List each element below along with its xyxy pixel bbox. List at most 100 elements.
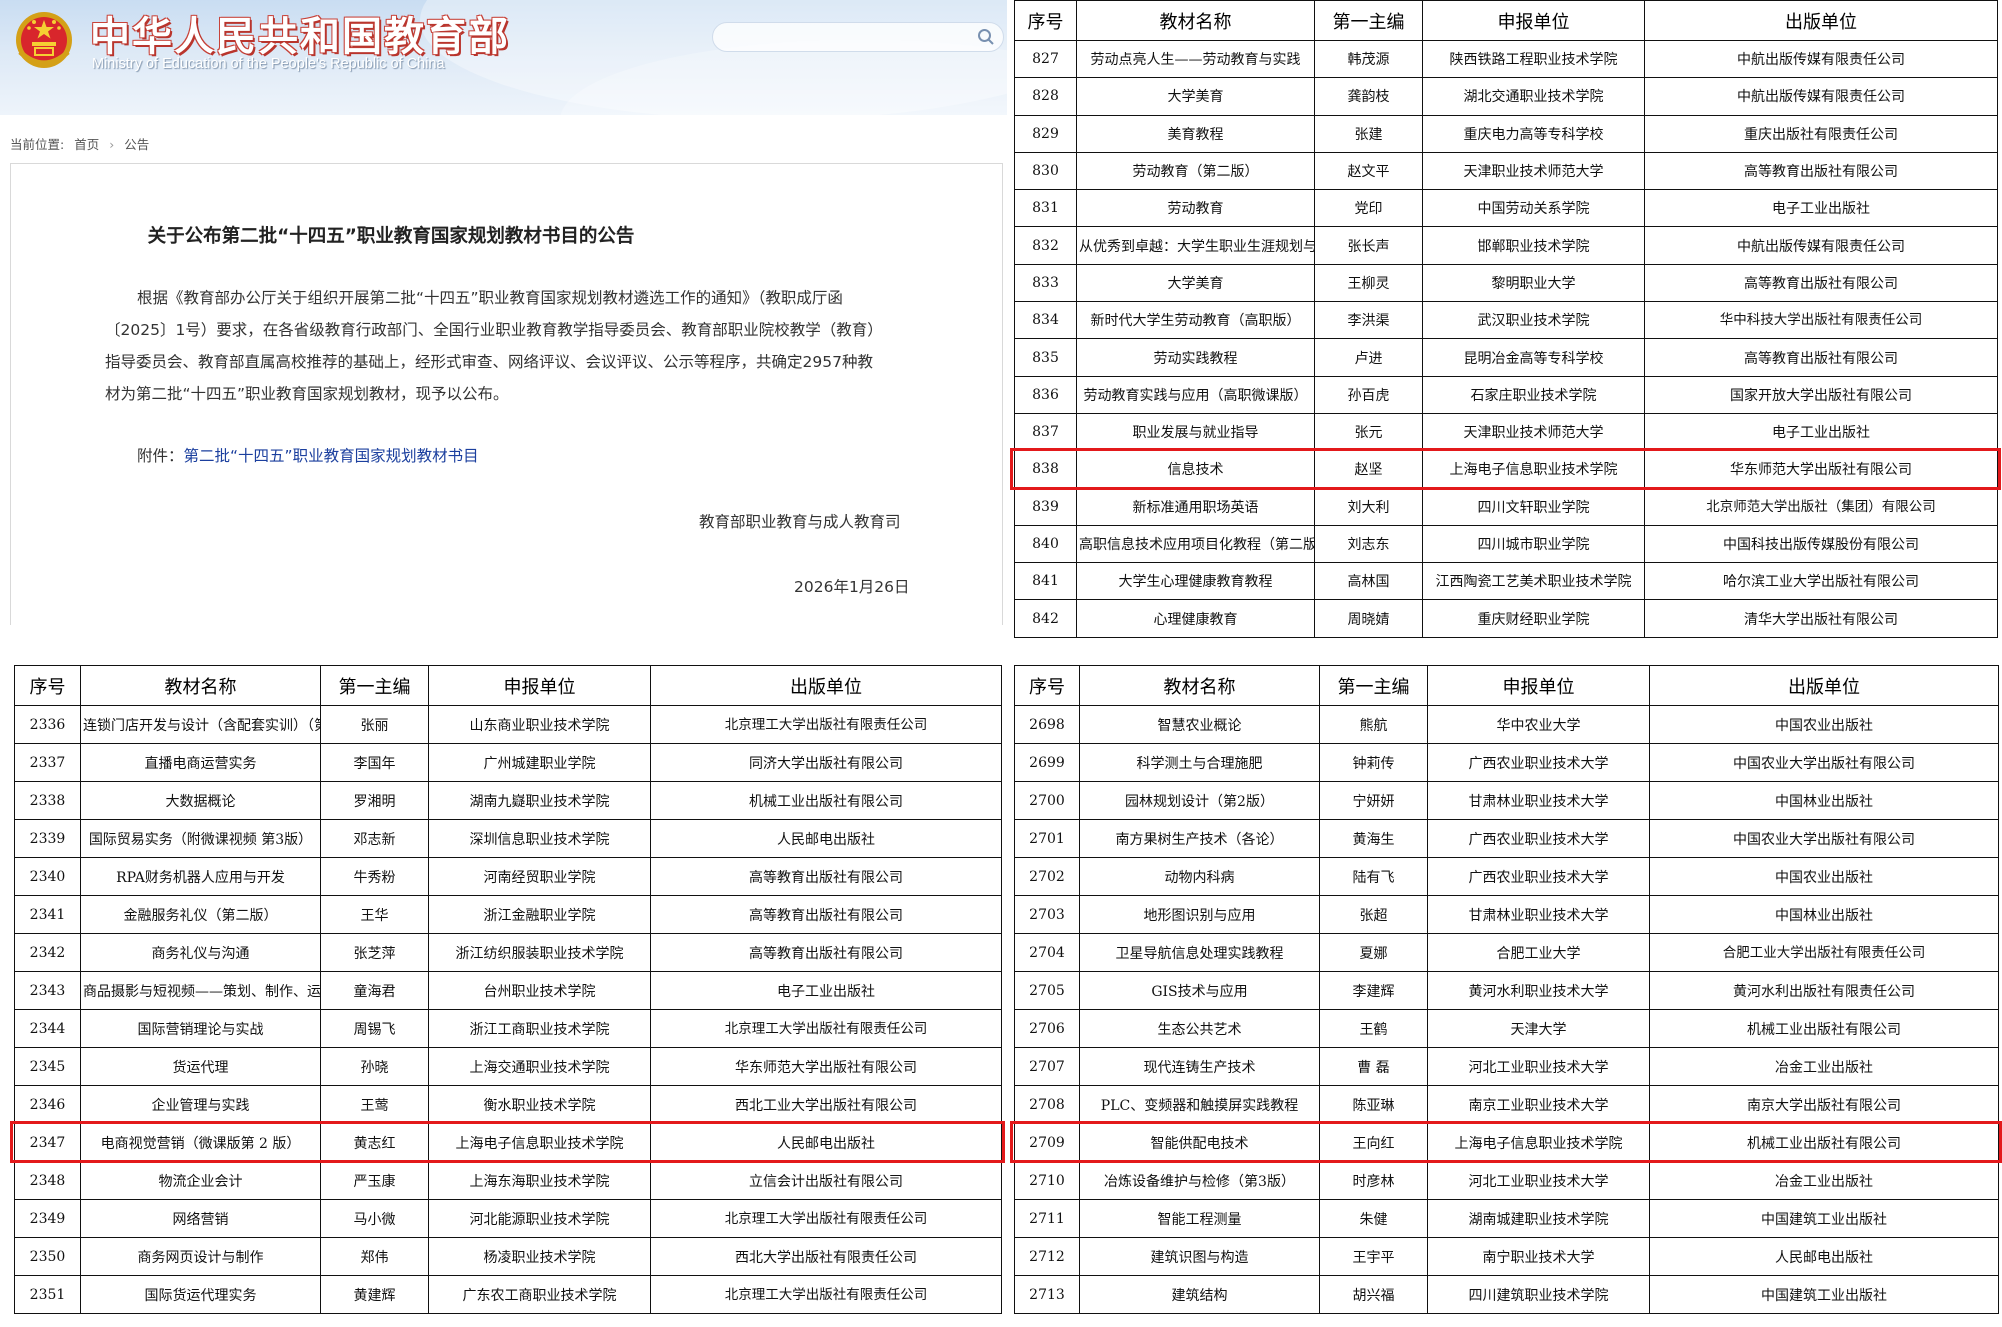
cell-applicant: 广东农工商职业技术学院 [428, 1275, 651, 1314]
cell-serial: 2341 [14, 895, 81, 934]
cell-editor: 黄志红 [320, 1123, 429, 1162]
cell-title: RPA财务机器人应用与开发 [80, 857, 321, 896]
cell-editor: 罗湘明 [320, 781, 429, 820]
cell-publisher: 机械工业出版社有限公司 [650, 781, 1002, 820]
cell-title: 冶炼设备维护与检修（第3版） [1079, 1161, 1320, 1200]
table-row: 2350 商务网页设计与制作 郑伟 杨凌职业技术学院 西北大学出版社有限责任公司 [14, 1237, 1002, 1276]
cell-publisher: 国家开放大学出版社有限公司 [1644, 375, 1998, 414]
cell-editor: 牛秀粉 [320, 857, 429, 896]
cell-applicant: 广西农业职业技术大学 [1427, 857, 1650, 896]
cell-applicant: 河北能源职业技术学院 [428, 1199, 651, 1238]
cell-title: 企业管理与实践 [80, 1085, 321, 1124]
cell-title: 直播电商运营实务 [80, 743, 321, 782]
header-publisher: 出版单位 [1644, 0, 1998, 41]
table-row: 842 心理健康教育 周晓婧 重庆财经职业学院 清华大学出版社有限公司 [1014, 599, 1998, 638]
article-paragraph-line: 根据《教育部办公厅关于组织开展第二批“十四五”职业教育国家规划教材遴选工作的通知… [137, 289, 843, 307]
header-publisher: 出版单位 [1649, 665, 1999, 706]
cell-editor: 张超 [1319, 895, 1428, 934]
cell-serial: 2700 [1014, 781, 1080, 820]
table-row: 2712 建筑识图与构造 王宇平 南宁职业技术大学 人民邮电出版社 [1014, 1237, 1999, 1276]
cell-publisher: 中国农业出版社 [1649, 857, 1999, 896]
table-row: 830 劳动教育（第二版） 赵文平 天津职业技术师范大学 高等教育出版社有限公司 [1014, 151, 1998, 191]
table-row: 2705 GIS技术与应用 李建辉 黄河水利职业技术大学 黄河水利出版社有限责任公司 [1014, 971, 1999, 1010]
cell-applicant: 河北工业职业技术大学 [1427, 1161, 1650, 1200]
cell-serial: 835 [1014, 338, 1077, 377]
cell-publisher: 高等教育出版社有限公司 [1644, 151, 1998, 191]
table-row: 2347 电商视觉营销（微课版第 2 版） 黄志红 上海电子信息职业技术学院 人民邮电出… [14, 1123, 1002, 1162]
cell-serial: 2349 [14, 1199, 81, 1238]
article-signer: 教育部职业教育与成人教育司 [699, 513, 901, 531]
cell-title: 建筑识图与构造 [1079, 1237, 1320, 1276]
cell-applicant: 河北工业职业技术大学 [1427, 1047, 1650, 1086]
cell-applicant: 湖南城建职业技术学院 [1427, 1199, 1650, 1238]
cell-serial: 2342 [14, 933, 81, 972]
cell-applicant: 浙江工商职业技术学院 [428, 1009, 651, 1048]
cell-publisher: 合肥工业大学出版社有限责任公司 [1649, 933, 1999, 972]
breadcrumb-home-link[interactable]: 首页 [74, 137, 99, 152]
table-row: 2704 卫星导航信息处理实践教程 夏娜 合肥工业大学 合肥工业大学出版社有限责任公司 [1014, 933, 1999, 972]
table-row: 839 新标准通用职场英语 刘大利 四川文轩职业学院 北京师范大学出版社（集团）有限公司 [1014, 487, 1998, 526]
cell-editor: 夏娜 [1319, 933, 1428, 972]
table-row: 2336连锁门店开发与设计（含配套实训）（第2版）张丽山东商业职业技术学院北京理… [14, 705, 1002, 744]
cell-applicant: 衡水职业技术学院 [428, 1085, 651, 1124]
cell-publisher: 立信会计出版社有限公司 [650, 1161, 1002, 1200]
cell-title: 大学生心理健康教育教程 [1076, 562, 1315, 601]
cell-editor: 龚韵枝 [1314, 77, 1423, 116]
cell-applicant: 江西陶瓷工艺美术职业技术学院 [1422, 562, 1645, 601]
cell-title: 智能工程测量 [1079, 1199, 1320, 1238]
textbook-table: 序号教材名称第一主编申报单位出版单位2336连锁门店开发与设计（含配套实训）（第… [14, 665, 1002, 1314]
cell-publisher: 哈尔滨工业大学出版社有限公司 [1644, 562, 1998, 601]
cell-editor: 童海君 [320, 971, 429, 1010]
cell-serial: 842 [1014, 599, 1077, 638]
cell-title: 商务礼仪与沟通 [80, 933, 321, 972]
table-row: 2337 直播电商运营实务 李国年 广州城建职业学院 同济大学出版社有限公司 [14, 743, 1002, 782]
cell-serial: 2713 [1014, 1275, 1080, 1314]
site-title[interactable]: 中华人民共和国教育部 [90, 4, 510, 62]
cell-publisher: 高等教育出版社有限公司 [650, 857, 1002, 896]
cell-applicant: 重庆电力高等专科学校 [1422, 114, 1645, 153]
cell-publisher: 中国林业出版社 [1649, 781, 1999, 820]
cell-title: 科学测土与合理施肥 [1079, 743, 1320, 782]
article-title: 关于公布第二批“十四五”职业教育国家规划教材书目的公告 [147, 226, 635, 247]
table-row: 2699 科学测土与合理施肥 钟莉传 广西农业职业技术大学 中国农业大学出版社有限公司 [1014, 743, 1999, 782]
table-row: 838 信息技术 赵坚 上海电子信息职业技术学院 华东师范大学出版社有限公司 [1014, 450, 1998, 489]
header-publisher: 出版单位 [650, 665, 1002, 706]
cell-applicant: 上海交通职业技术学院 [428, 1047, 651, 1086]
cell-serial: 2708 [1014, 1085, 1080, 1124]
search-icon[interactable] [977, 28, 995, 46]
cell-serial: 833 [1014, 263, 1077, 303]
attachment-link[interactable]: 第二批“十四五”职业教育国家规划教材书目 [184, 447, 479, 465]
cell-editor: 党印 [1314, 189, 1423, 228]
table-row: 2703 地形图识别与应用 张超 甘肃林业职业技术大学 中国林业出版社 [1014, 895, 1999, 934]
cell-applicant: 天津职业技术师范大学 [1422, 412, 1645, 452]
cell-publisher: 华东师范大学出版社有限公司 [650, 1047, 1002, 1086]
cell-publisher: 中航出版传媒有限责任公司 [1644, 226, 1998, 265]
cell-title: 连锁门店开发与设计（含配套实训）（第2版） [80, 705, 321, 744]
cell-serial: 827 [1014, 39, 1077, 79]
header-title: 教材名称 [1076, 0, 1315, 41]
cell-serial: 2337 [14, 743, 81, 782]
cell-editor: 宁妍妍 [1319, 781, 1428, 820]
table-header-row: 序号 教材名称 第一主编 申报单位 出版单位 [1014, 665, 1999, 706]
cell-applicant: 南宁职业技术大学 [1427, 1237, 1650, 1276]
cell-publisher: 中国农业大学出版社有限公司 [1649, 819, 1999, 858]
breadcrumb-current[interactable]: 公告 [124, 137, 149, 152]
cell-serial: 2698 [1014, 705, 1080, 744]
cell-applicant: 广西农业职业技术大学 [1427, 743, 1650, 782]
attachment-line: 附件：第二批“十四五”职业教育国家规划教材书目 [137, 444, 479, 466]
header-applicant: 申报单位 [1422, 0, 1645, 41]
cell-editor: 赵文平 [1314, 151, 1423, 191]
cell-serial: 838 [1014, 450, 1077, 489]
cell-publisher: 北京理工大学出版社有限责任公司 [650, 1009, 1002, 1048]
table-row: 2343 商品摄影与短视频——策划、制作、运营 童海君 台州职业技术学院 电子工业出版社 [14, 971, 1002, 1010]
cell-publisher: 中国科技出版传媒股份有限公司 [1644, 524, 1998, 564]
cell-editor: 刘大利 [1314, 487, 1423, 526]
cell-title: 心理健康教育 [1076, 599, 1315, 638]
cell-serial: 830 [1014, 151, 1077, 191]
cell-publisher: 北京理工大学出版社有限责任公司 [650, 1275, 1002, 1314]
table-row: 841 大学生心理健康教育教程 高林国 江西陶瓷工艺美术职业技术学院 哈尔滨工业大学出版… [1014, 562, 1998, 601]
cell-editor: 曹 磊 [1319, 1047, 1428, 1086]
search-input[interactable] [712, 22, 1004, 52]
cell-publisher: 高等教育出版社有限公司 [650, 895, 1002, 934]
breadcrumb-label: 当前位置: [10, 137, 65, 152]
